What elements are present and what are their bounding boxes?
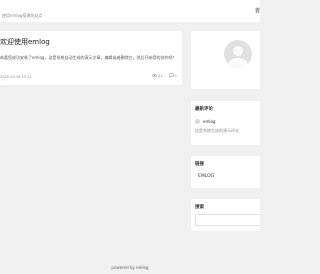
post-excerpt: 恭喜您成功安装了emlog，这是系统自动生成的演示文章。编辑或者删除它，然后开始… xyxy=(0,55,177,60)
comments-stat[interactable]: 1 xyxy=(169,73,177,78)
comment-text[interactable]: 这是系统生成的演示评论 xyxy=(195,128,239,134)
comment-author[interactable]: emlog xyxy=(203,119,215,124)
recent-comments-widget: 最新评论 emlog 这是系统生成的演示评论 xyxy=(191,101,260,145)
search-widget: 搜索 xyxy=(191,199,260,231)
eye-icon xyxy=(152,73,158,78)
views-count: 41 xyxy=(158,73,163,78)
post-title[interactable]: 欢迎使用emlog xyxy=(0,37,50,47)
recent-comments-title: 最新评论 xyxy=(195,107,213,112)
search-input[interactable] xyxy=(195,214,260,226)
footer-text: powered by emlog xyxy=(111,265,149,270)
links-title: 链接 xyxy=(195,162,204,167)
nav-home-link[interactable]: 首 xyxy=(255,7,260,14)
comment-avatar xyxy=(195,119,200,124)
comment-icon xyxy=(169,73,174,78)
top-header: 使用emlog搭建的站点 首 xyxy=(0,0,260,22)
avatar xyxy=(224,40,252,68)
link-emlog[interactable]: EMLOG xyxy=(198,174,214,179)
post-stats: 41 1 xyxy=(152,73,177,78)
profile-widget: emer xyxy=(191,31,260,112)
post-date: 2025-03-16 13:12 xyxy=(0,75,32,79)
links-widget: 链接 EMLOG xyxy=(191,156,260,188)
comments-count: 1 xyxy=(174,73,177,78)
site-description: 使用emlog搭建的站点 xyxy=(2,13,43,18)
search-title: 搜索 xyxy=(195,205,204,210)
views-stat: 41 xyxy=(152,73,163,78)
post-card: 欢迎使用emlog 恭喜您成功安装了emlog，这是系统自动生成的演示文章。编辑… xyxy=(0,31,182,85)
